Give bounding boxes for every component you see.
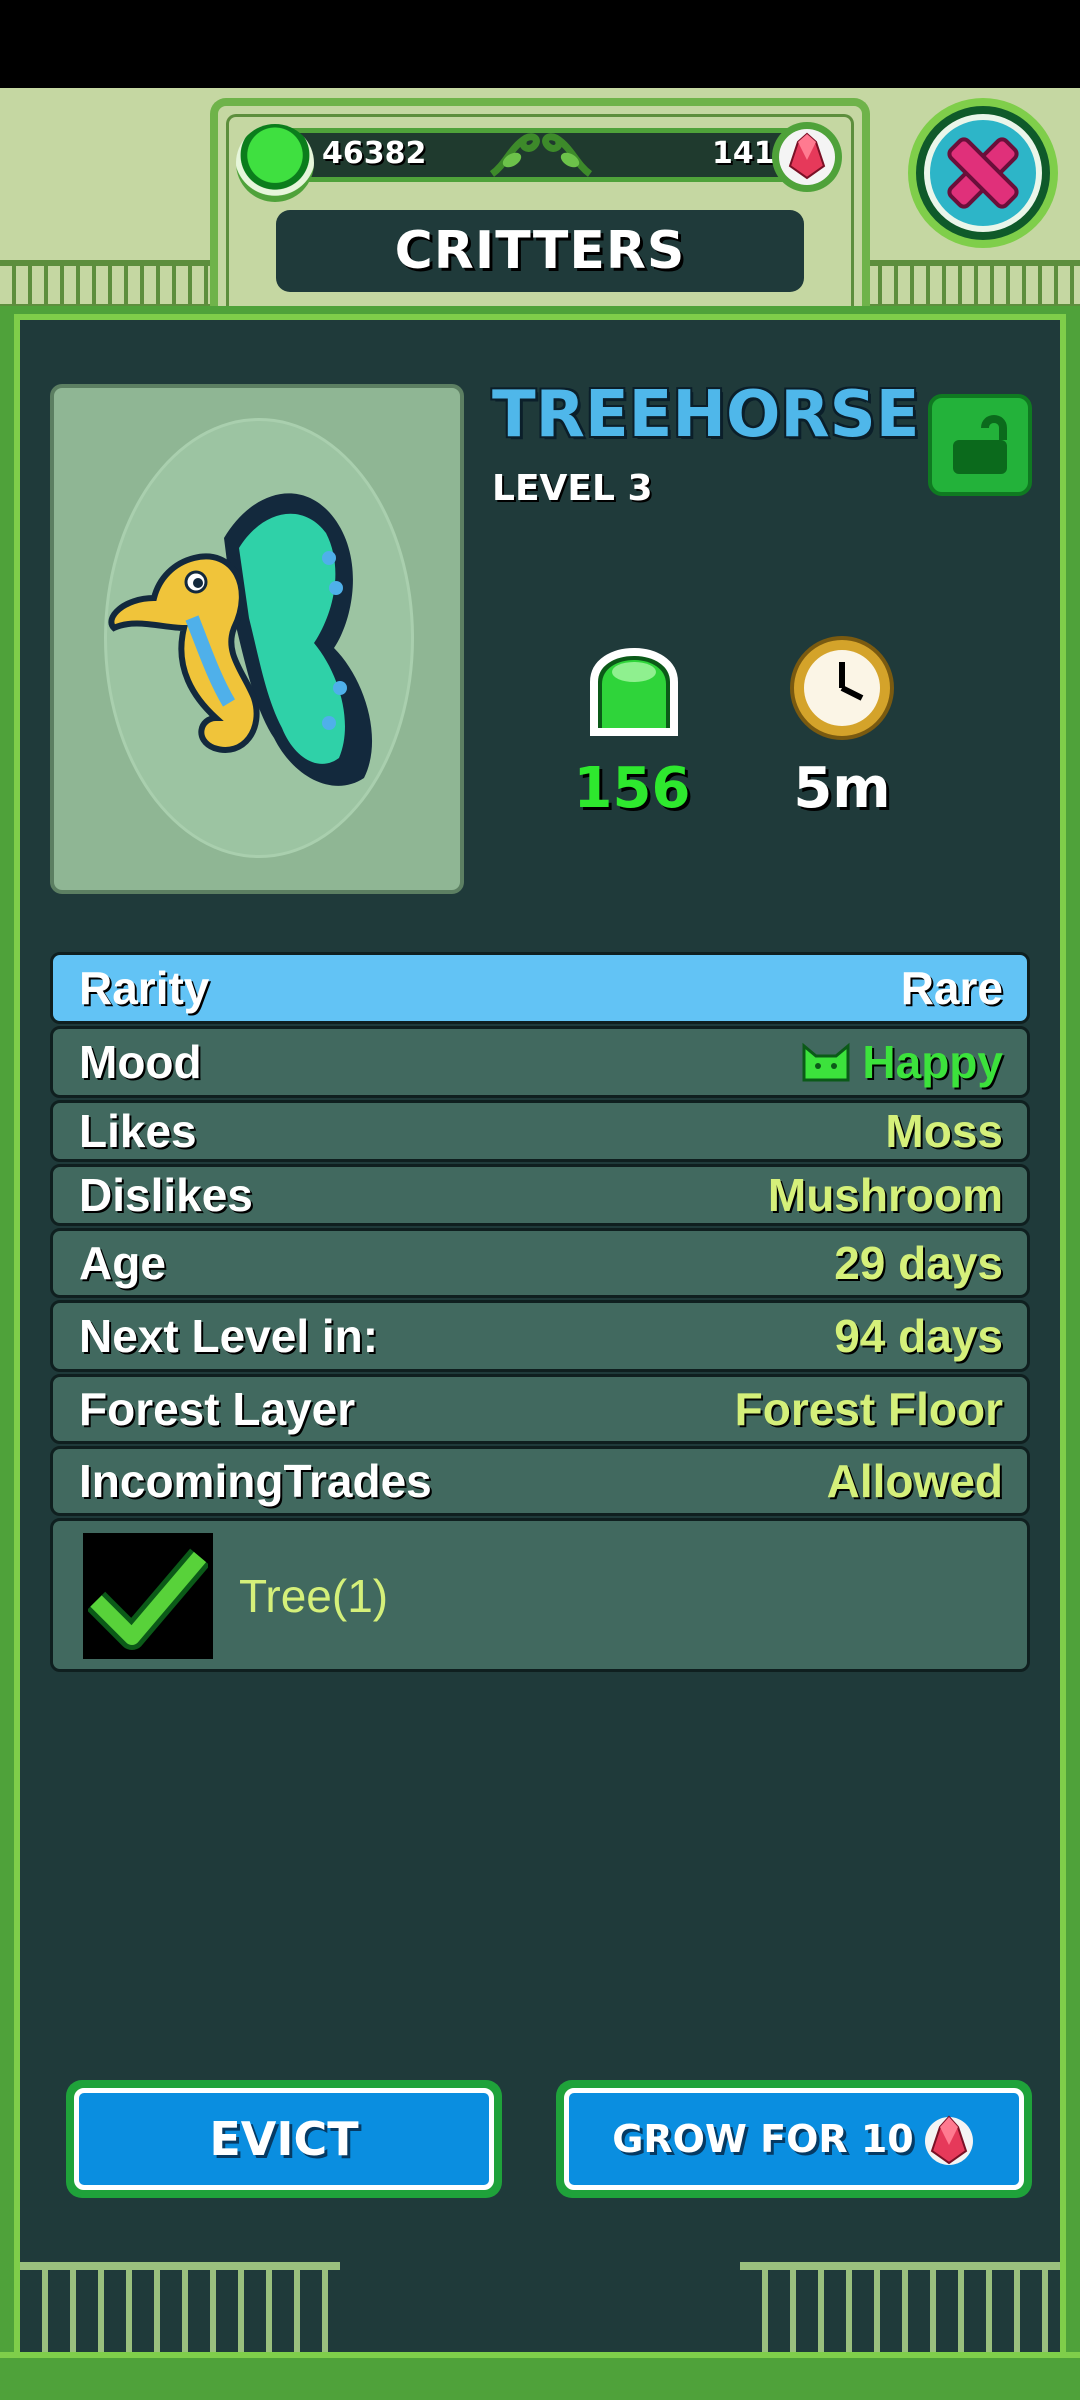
mood-label: Mood [79, 1036, 202, 1088]
checkmark-icon [88, 1548, 208, 1650]
rarity-value: Rare [900, 962, 1003, 1014]
dislikes-row: Dislikes Mushroom [50, 1164, 1030, 1226]
vine-right-icon [542, 133, 593, 177]
clock-icon [790, 636, 894, 740]
cat-face-icon [802, 1042, 850, 1082]
gem-output-value: 156 [573, 756, 691, 821]
green-gem-icon [236, 124, 314, 202]
incoming-trades-label: IncomingTrades [79, 1455, 432, 1507]
likes-value: Moss [885, 1105, 1003, 1157]
treehorse-critter-image [108, 493, 373, 786]
page-title: CRITTERS [276, 210, 804, 292]
forest-layer-value: Forest Floor [734, 1383, 1003, 1435]
mood-row: Mood Happy [50, 1026, 1030, 1098]
rarity-row: Rarity Rare [50, 952, 1030, 1024]
forest-layer-label: Forest Layer [79, 1383, 356, 1435]
critter-name: TREEHORSE [492, 378, 920, 452]
trade-requirement-label: Tree(1) [239, 1570, 389, 1622]
rarity-label: Rarity [79, 962, 210, 1014]
mood-value: Happy [862, 1036, 1003, 1088]
grow-button-label: GROW FOR 10 [612, 2117, 914, 2161]
red-crystal-icon [772, 122, 842, 192]
lattice-decoration-left [0, 260, 230, 310]
status-bar [0, 0, 1080, 88]
close-icon [947, 137, 1019, 209]
forest-layer-row: Forest Layer Forest Floor [50, 1374, 1030, 1444]
close-button[interactable] [908, 98, 1058, 248]
age-label: Age [79, 1237, 166, 1289]
mood-value-wrap: Happy [800, 1035, 1003, 1089]
critter-portrait [50, 384, 464, 894]
dislikes-label: Dislikes [79, 1169, 253, 1221]
bottom-decoration-right [740, 2262, 1060, 2352]
incoming-trades-row[interactable]: IncomingTrades Allowed [50, 1446, 1030, 1516]
lock-toggle-button[interactable] [928, 394, 1032, 496]
red-crystal-icon [924, 2115, 973, 2165]
evict-button-label: EVICT [209, 2112, 359, 2166]
trade-checkbox [83, 1533, 213, 1659]
unlocked-padlock-icon [953, 415, 1007, 474]
evict-button[interactable]: EVICT [66, 2080, 502, 2198]
age-row: Age 29 days [50, 1228, 1030, 1298]
trade-requirement-row: Tree(1) [50, 1518, 1030, 1672]
vine-left-icon [489, 133, 540, 177]
lattice-decoration-right [850, 260, 1080, 310]
bottom-decoration-left [20, 2262, 340, 2352]
likes-label: Likes [79, 1105, 197, 1157]
green-gem-icon [590, 648, 678, 736]
dislikes-value: Mushroom [767, 1169, 1003, 1221]
next-level-value: 94 days [834, 1310, 1003, 1362]
critter-level: LEVEL 3 [492, 468, 653, 509]
next-level-label: Next Level in: [79, 1310, 379, 1362]
age-value: 29 days [834, 1237, 1003, 1289]
production-time-value: 5m [793, 756, 891, 821]
green-gem-count: 46382 [322, 136, 427, 171]
bottom-frame-strip [0, 2352, 1080, 2400]
incoming-trades-value: Allowed [826, 1455, 1003, 1507]
red-gem-count: 141 [712, 136, 775, 171]
next-level-row: Next Level in: 94 days [50, 1300, 1030, 1372]
grow-button[interactable]: GROW FOR 10 [556, 2080, 1032, 2198]
likes-row: Likes Moss [50, 1100, 1030, 1162]
